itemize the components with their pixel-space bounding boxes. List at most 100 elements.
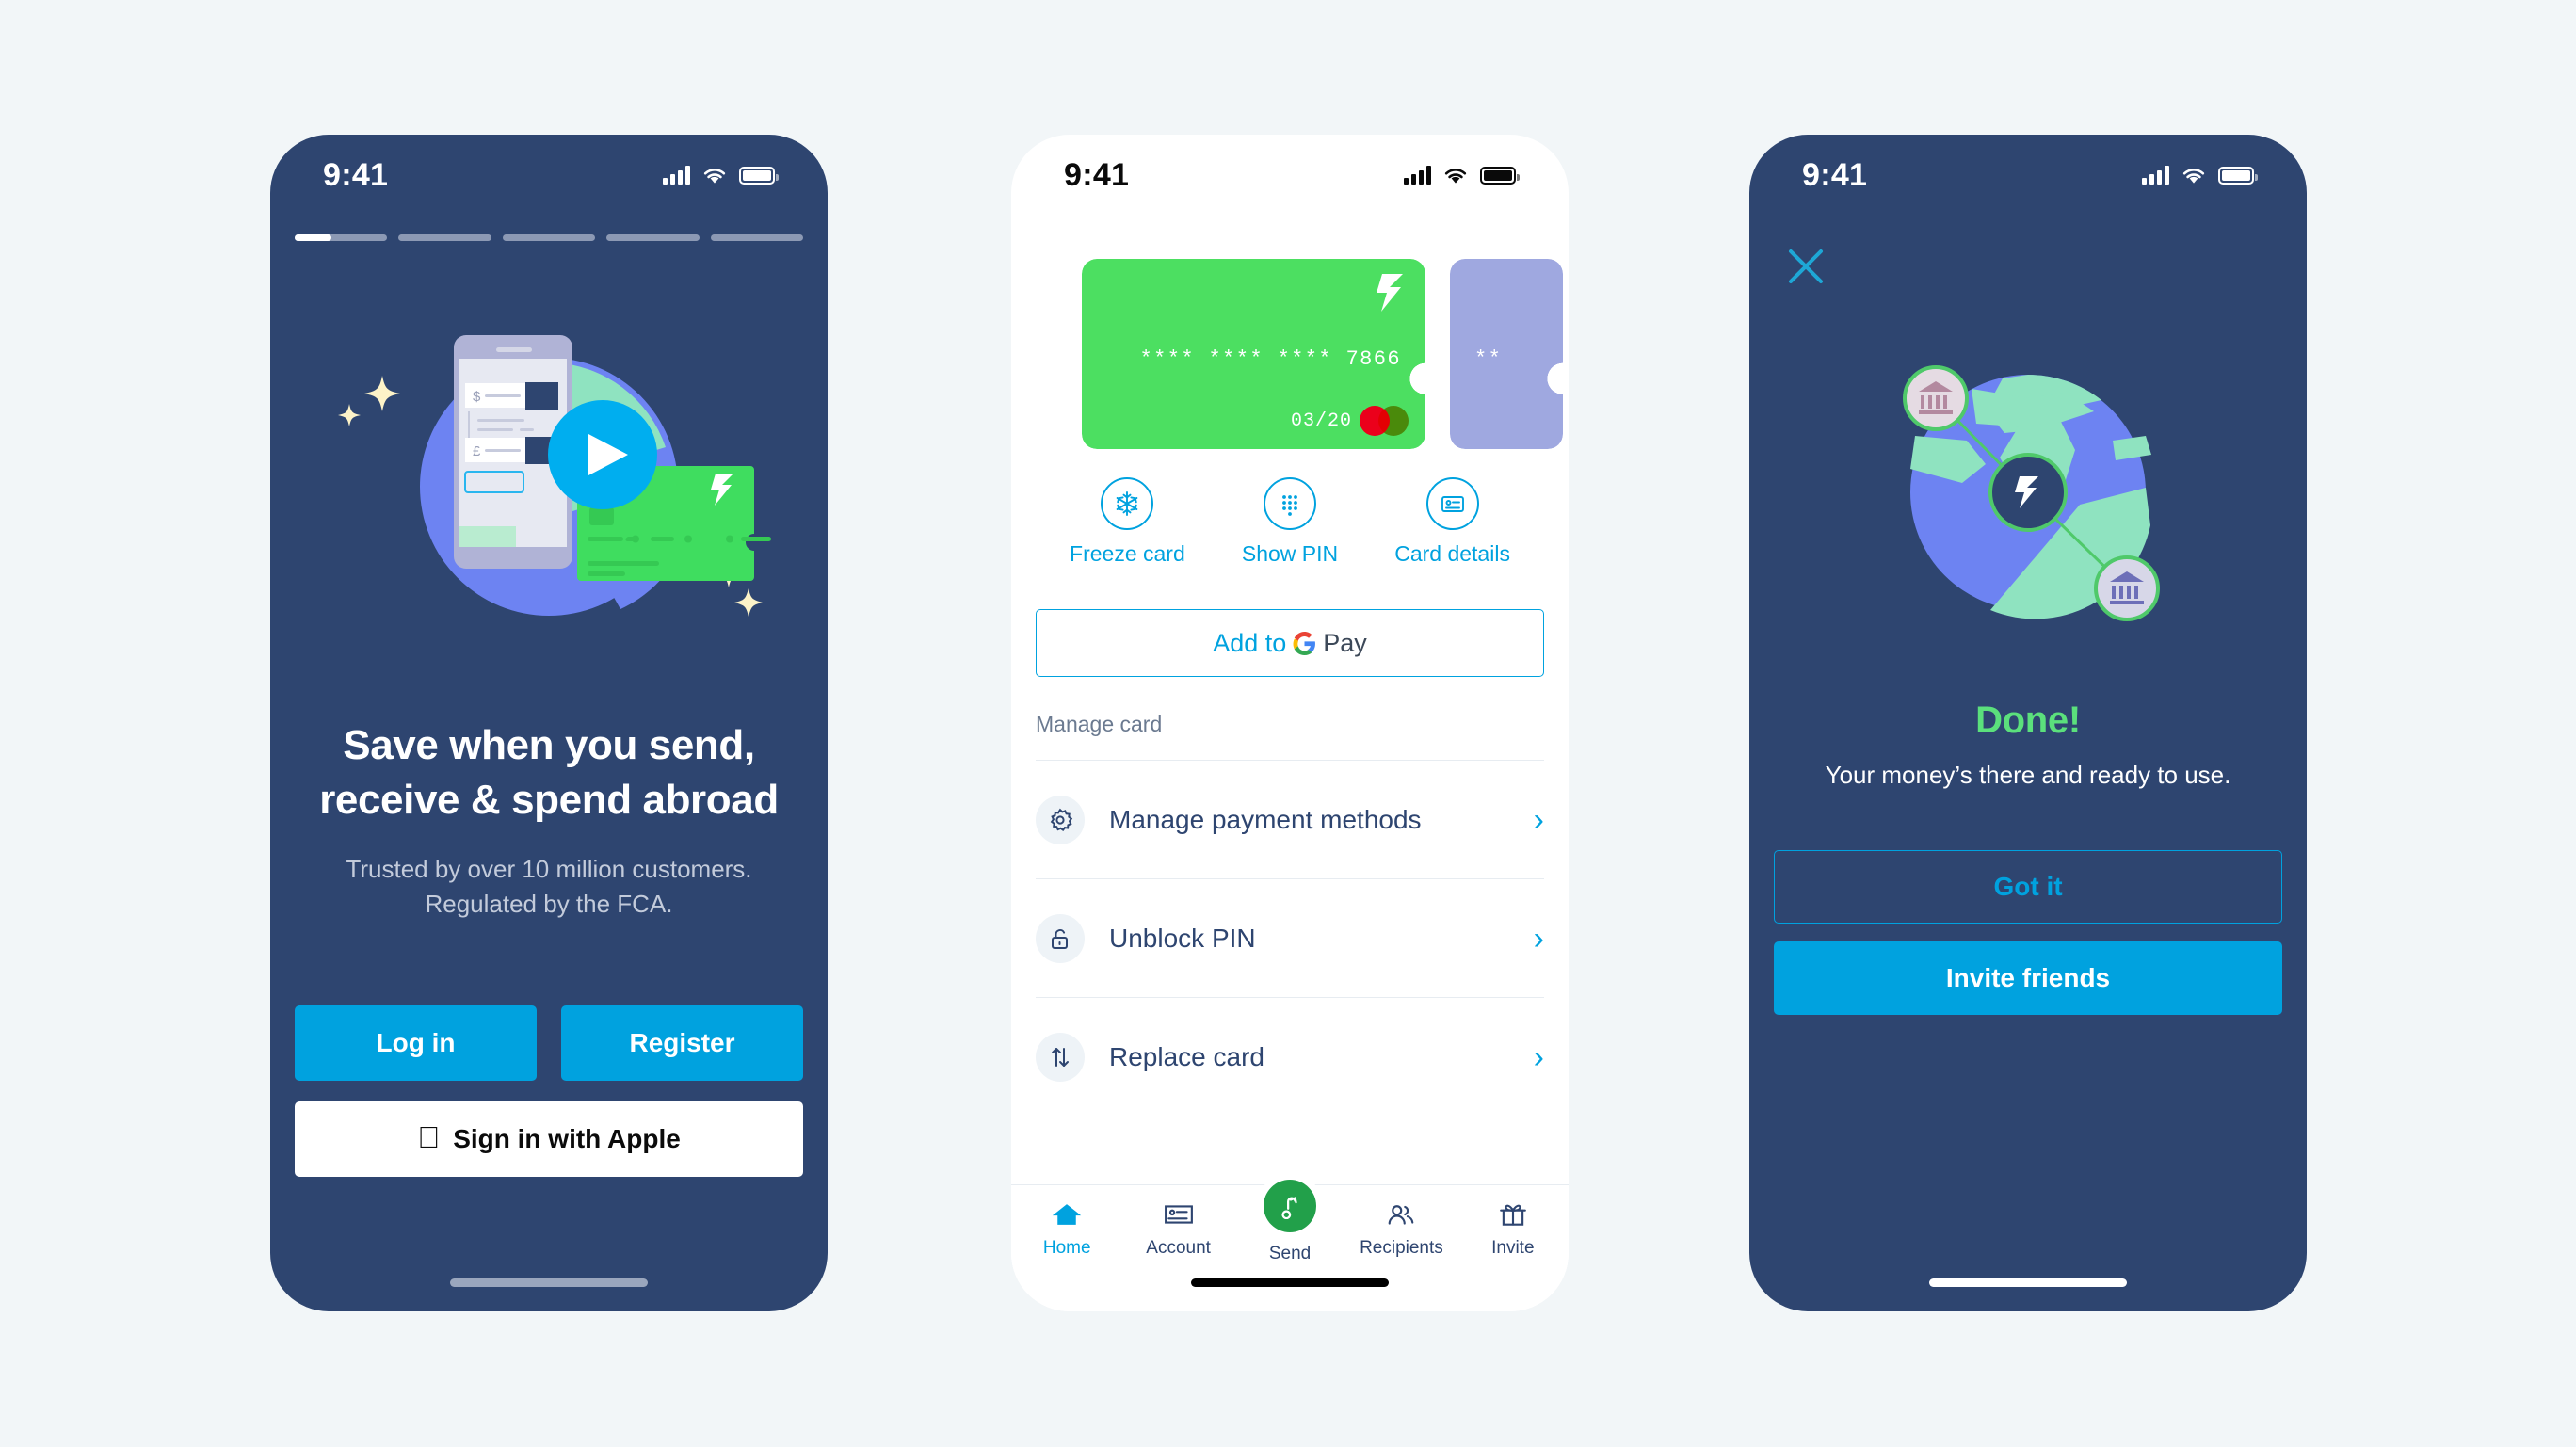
card-expiry: 03/20	[1290, 410, 1352, 432]
svg-text:£: £	[473, 443, 481, 459]
battery-icon	[2218, 166, 2258, 185]
action-label: Card details	[1394, 541, 1510, 566]
wise-center-node	[1988, 453, 2068, 532]
list-item-label: Manage payment methods	[1109, 804, 1422, 834]
chevron-right-icon: ›	[1533, 1038, 1544, 1075]
sign-in-with-apple-button[interactable]:  Sign in with Apple	[295, 1101, 803, 1177]
purple-debit-card[interactable]: **	[1450, 259, 1563, 449]
send-arrow-icon	[1264, 1180, 1317, 1232]
list-item-label: Unblock PIN	[1109, 923, 1256, 953]
wifi-icon	[1444, 169, 1467, 184]
onboarding-copy: Save when you send, receive & spend abro…	[270, 718, 828, 922]
signal-bars-icon	[1404, 166, 1431, 185]
progress-segment[interactable]	[606, 234, 700, 241]
login-button[interactable]: Log in	[295, 1005, 537, 1081]
title-line-1: Save when you send,	[343, 722, 755, 768]
list-item-unblock-pin[interactable]: Unblock PIN ›	[1036, 878, 1544, 997]
progress-segment[interactable]	[398, 234, 491, 241]
progress-segment[interactable]	[502, 234, 596, 241]
gpay-add-label: Add to	[1213, 628, 1287, 657]
battery-icon	[1480, 166, 1520, 185]
bottom-tab-bar: Home Account Send Recipients Invite	[1011, 1180, 1569, 1311]
card-carousel[interactable]: **** **** **** 7866 03/20 **	[1011, 259, 1569, 449]
card-number: **	[1474, 347, 1503, 371]
phone-mockup-success: 9:41 Done! Your money’s there and ready …	[1749, 135, 2307, 1311]
card-actions: Freeze card Show PIN Card details	[1041, 477, 1538, 567]
subtitle-line-1: Trusted by over 10 million customers.	[346, 855, 752, 884]
tab-label: Account	[1146, 1238, 1211, 1258]
screenshot-canvas: 9:41 $ £ Save when you send, receive & s…	[0, 0, 2576, 1447]
green-debit-card[interactable]: **** **** **** 7866 03/20	[1082, 259, 1425, 449]
progress-segment[interactable]	[710, 234, 804, 241]
status-time: 9:41	[323, 156, 389, 193]
status-time: 9:41	[1802, 156, 1868, 193]
wifi-icon	[2182, 169, 2205, 184]
home-icon	[1051, 1198, 1083, 1230]
progress-segment[interactable]	[295, 234, 388, 241]
gpay-pay-label: Pay	[1323, 628, 1367, 657]
tab-label: Recipients	[1360, 1238, 1443, 1258]
home-indicator	[1929, 1278, 2127, 1287]
tab-account[interactable]: Account	[1122, 1198, 1233, 1259]
tab-home[interactable]: Home	[1011, 1198, 1122, 1259]
tab-label: Invite	[1491, 1238, 1535, 1258]
list-item-manage-payment-methods[interactable]: Manage payment methods ›	[1036, 760, 1544, 878]
home-indicator	[1191, 1278, 1389, 1287]
tab-invite[interactable]: Invite	[1457, 1198, 1569, 1259]
add-to-google-pay-button[interactable]: Add to Pay	[1036, 609, 1544, 677]
svg-text:$: $	[473, 389, 481, 405]
signal-bars-icon	[2142, 166, 2169, 185]
close-icon[interactable]	[1785, 246, 1827, 287]
status-icons	[663, 166, 779, 185]
tab-label: Send	[1268, 1244, 1312, 1263]
invite-friends-button[interactable]: Invite friends	[1774, 941, 2282, 1015]
gift-icon	[1498, 1198, 1528, 1230]
apple-button-label: Sign in with Apple	[442, 1124, 681, 1153]
page-title: Save when you send, receive & spend abro…	[304, 718, 794, 828]
send-receive-spend-illustration: $ £	[270, 306, 828, 673]
status-bar: 9:41	[270, 135, 828, 216]
mastercard-icon	[1360, 406, 1409, 436]
unlock-icon	[1036, 913, 1085, 963]
home-indicator	[450, 1278, 648, 1287]
success-copy: Done! Your money’s there and ready to us…	[1749, 699, 2307, 790]
signal-bars-icon	[663, 166, 690, 185]
status-time: 9:41	[1064, 156, 1130, 193]
chevron-right-icon: ›	[1533, 801, 1544, 838]
freeze-card-action[interactable]: Freeze card	[1070, 477, 1185, 567]
tab-send[interactable]: Send	[1234, 1180, 1345, 1264]
manage-card-list: Manage payment methods › Unblock PIN › R…	[1036, 760, 1544, 1116]
keypad-dots-icon	[1263, 477, 1316, 530]
status-icons	[2142, 166, 2258, 185]
swap-arrows-icon	[1036, 1032, 1085, 1082]
account-card-icon	[1164, 1198, 1194, 1230]
page-subtitle: Your money’s there and ready to use.	[1825, 761, 2231, 789]
play-icon	[548, 400, 657, 509]
onboarding-progress	[295, 234, 804, 241]
card-number: **** **** **** 7866	[1139, 347, 1401, 371]
globe-transfer-illustration	[1749, 351, 2307, 662]
list-item-replace-card[interactable]: Replace card ›	[1036, 997, 1544, 1116]
list-item-label: Replace card	[1109, 1041, 1264, 1071]
show-pin-action[interactable]: Show PIN	[1242, 477, 1338, 567]
phone-mockup-onboarding: 9:41 $ £ Save when you send, receive & s…	[270, 135, 828, 1311]
auth-buttons: Log in Register  Sign in with Apple	[295, 1005, 803, 1177]
phone-mockup-card: 9:41 **** **** **** 7866 03/20 ** Freeze…	[1011, 135, 1569, 1311]
success-buttons: Got it Invite friends	[1774, 850, 2282, 1015]
register-button[interactable]: Register	[561, 1005, 803, 1081]
people-icon	[1386, 1198, 1416, 1230]
status-icons	[1404, 166, 1520, 185]
battery-icon	[739, 166, 779, 185]
bank-node-left	[1903, 365, 1969, 431]
tab-recipients[interactable]: Recipients	[1345, 1198, 1457, 1259]
got-it-button[interactable]: Got it	[1774, 850, 2282, 924]
google-g-icon	[1293, 631, 1316, 655]
status-bar: 9:41	[1749, 135, 2307, 216]
apple-logo-icon: 	[417, 1122, 440, 1152]
subtitle-line-2: Regulated by the FCA.	[425, 890, 673, 919]
title-line-2: receive & spend abroad	[319, 777, 779, 824]
card-screen-body: **** **** **** 7866 03/20 ** Freeze card…	[1011, 216, 1569, 1311]
card-details-action[interactable]: Card details	[1394, 477, 1510, 567]
action-label: Freeze card	[1070, 541, 1185, 566]
gear-icon	[1036, 795, 1085, 844]
